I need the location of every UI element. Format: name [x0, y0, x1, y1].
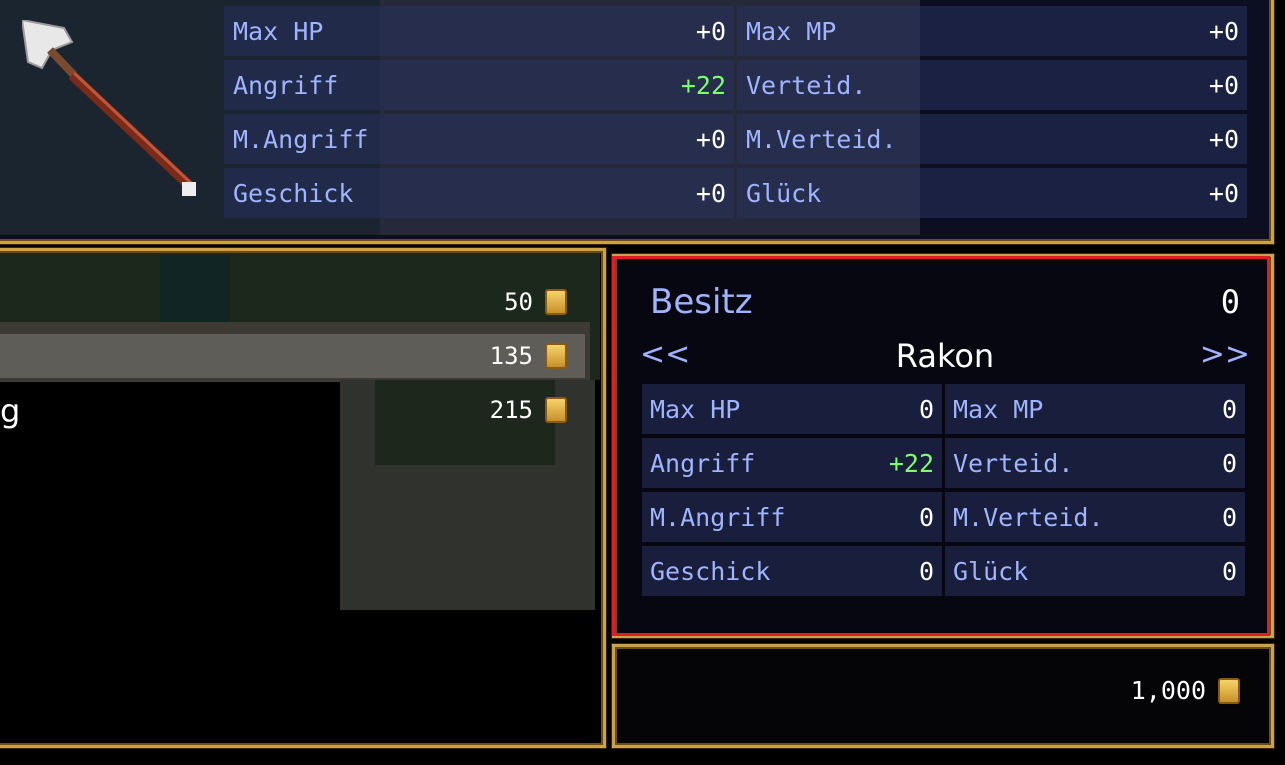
actor-stat-label: Geschick [650, 556, 771, 586]
actor-stat-cell: M.Verteid. 0 [945, 492, 1245, 542]
actor-stat-value: +22 [888, 448, 934, 478]
equip-stat-value: +0 [1208, 70, 1239, 100]
equip-stat-label: Glück [746, 178, 822, 208]
gold-coin-icon [545, 289, 567, 315]
equip-stat-label: Angriff [233, 70, 339, 100]
possession-value: 0 [1220, 283, 1240, 321]
actor-stat-cell: Glück 0 [945, 546, 1245, 596]
item-price: 135 [489, 342, 533, 370]
equip-stat-cell: Geschick +0 [224, 168, 734, 218]
actor-stat-cell: Verteid. 0 [945, 438, 1245, 488]
equip-stat-value: +0 [1208, 16, 1239, 46]
actor-stat-value: 0 [918, 556, 934, 586]
equip-stat-label: Max HP [233, 16, 324, 46]
next-actor-button[interactable]: >> [1200, 337, 1250, 372]
actor-stat-value: 0 [1221, 448, 1237, 478]
item-price: 215 [489, 396, 533, 424]
shop-item-name-partial[interactable]: g [0, 392, 20, 430]
actor-stat-cell: Max HP 0 [642, 384, 942, 434]
equip-stat-label: Geschick [233, 178, 354, 208]
actor-stat-value: 0 [918, 502, 934, 532]
actor-stat-value: 0 [918, 394, 934, 424]
gold-amount: 1,000 [1130, 676, 1206, 705]
gold-coin-icon [1218, 677, 1240, 704]
actor-stat-cell: Geschick 0 [642, 546, 942, 596]
equip-stat-value: +0 [695, 16, 726, 46]
equip-stat-label: M.Verteid. [746, 124, 897, 154]
actor-stat-label: Verteid. [953, 448, 1074, 478]
actor-stat-label: Max MP [953, 394, 1044, 424]
item-price: 50 [504, 288, 533, 316]
spear-icon [22, 20, 196, 196]
equip-stat-cell: M.Verteid. +0 [737, 114, 1247, 164]
equip-stat-cell: Max MP +0 [737, 6, 1247, 56]
possession-row: Besitz 0 [650, 280, 1240, 324]
actor-stat-label: M.Verteid. [953, 502, 1104, 532]
actor-stat-value: 0 [1221, 394, 1237, 424]
gold-coin-icon [545, 397, 567, 423]
actor-name: Rakon [895, 337, 995, 375]
equip-stat-label: Verteid. [746, 70, 867, 100]
actor-stat-cell: M.Angriff 0 [642, 492, 942, 542]
equip-stat-value: +0 [695, 124, 726, 154]
equip-stat-value: +0 [695, 178, 726, 208]
actor-stat-label: Angriff [650, 448, 756, 478]
gold-display: 1,000 [640, 676, 1240, 705]
equip-stat-cell: Angriff +22 [224, 60, 734, 110]
gold-coin-icon [545, 343, 567, 369]
actor-switcher: << Rakon >> [640, 337, 1250, 377]
equip-stat-value: +0 [1208, 178, 1239, 208]
actor-stat-label: Max HP [650, 394, 741, 424]
actor-stat-cell: Max MP 0 [945, 384, 1245, 434]
equip-stat-value: +22 [680, 70, 726, 100]
equip-stat-cell: Glück +0 [737, 168, 1247, 218]
actor-stat-value: 0 [1221, 502, 1237, 532]
equip-stat-value: +0 [1208, 124, 1239, 154]
shop-list-item[interactable]: 135 [0, 334, 585, 378]
actor-stat-cell: Angriff +22 [642, 438, 942, 488]
actor-stat-label: M.Angriff [650, 502, 786, 532]
possession-label: Besitz [650, 282, 753, 322]
shop-list-item[interactable]: 50 [0, 280, 585, 324]
equip-stat-cell: M.Angriff +0 [224, 114, 734, 164]
shop-list-item[interactable]: 215 [0, 388, 585, 432]
equip-stat-label: Max MP [746, 16, 837, 46]
equip-stat-cell: Verteid. +0 [737, 60, 1247, 110]
equip-stat-cell: Max HP +0 [224, 6, 734, 56]
equip-stat-label: M.Angriff [233, 124, 369, 154]
actor-stat-value: 0 [1221, 556, 1237, 586]
actor-stat-label: Glück [953, 556, 1029, 586]
